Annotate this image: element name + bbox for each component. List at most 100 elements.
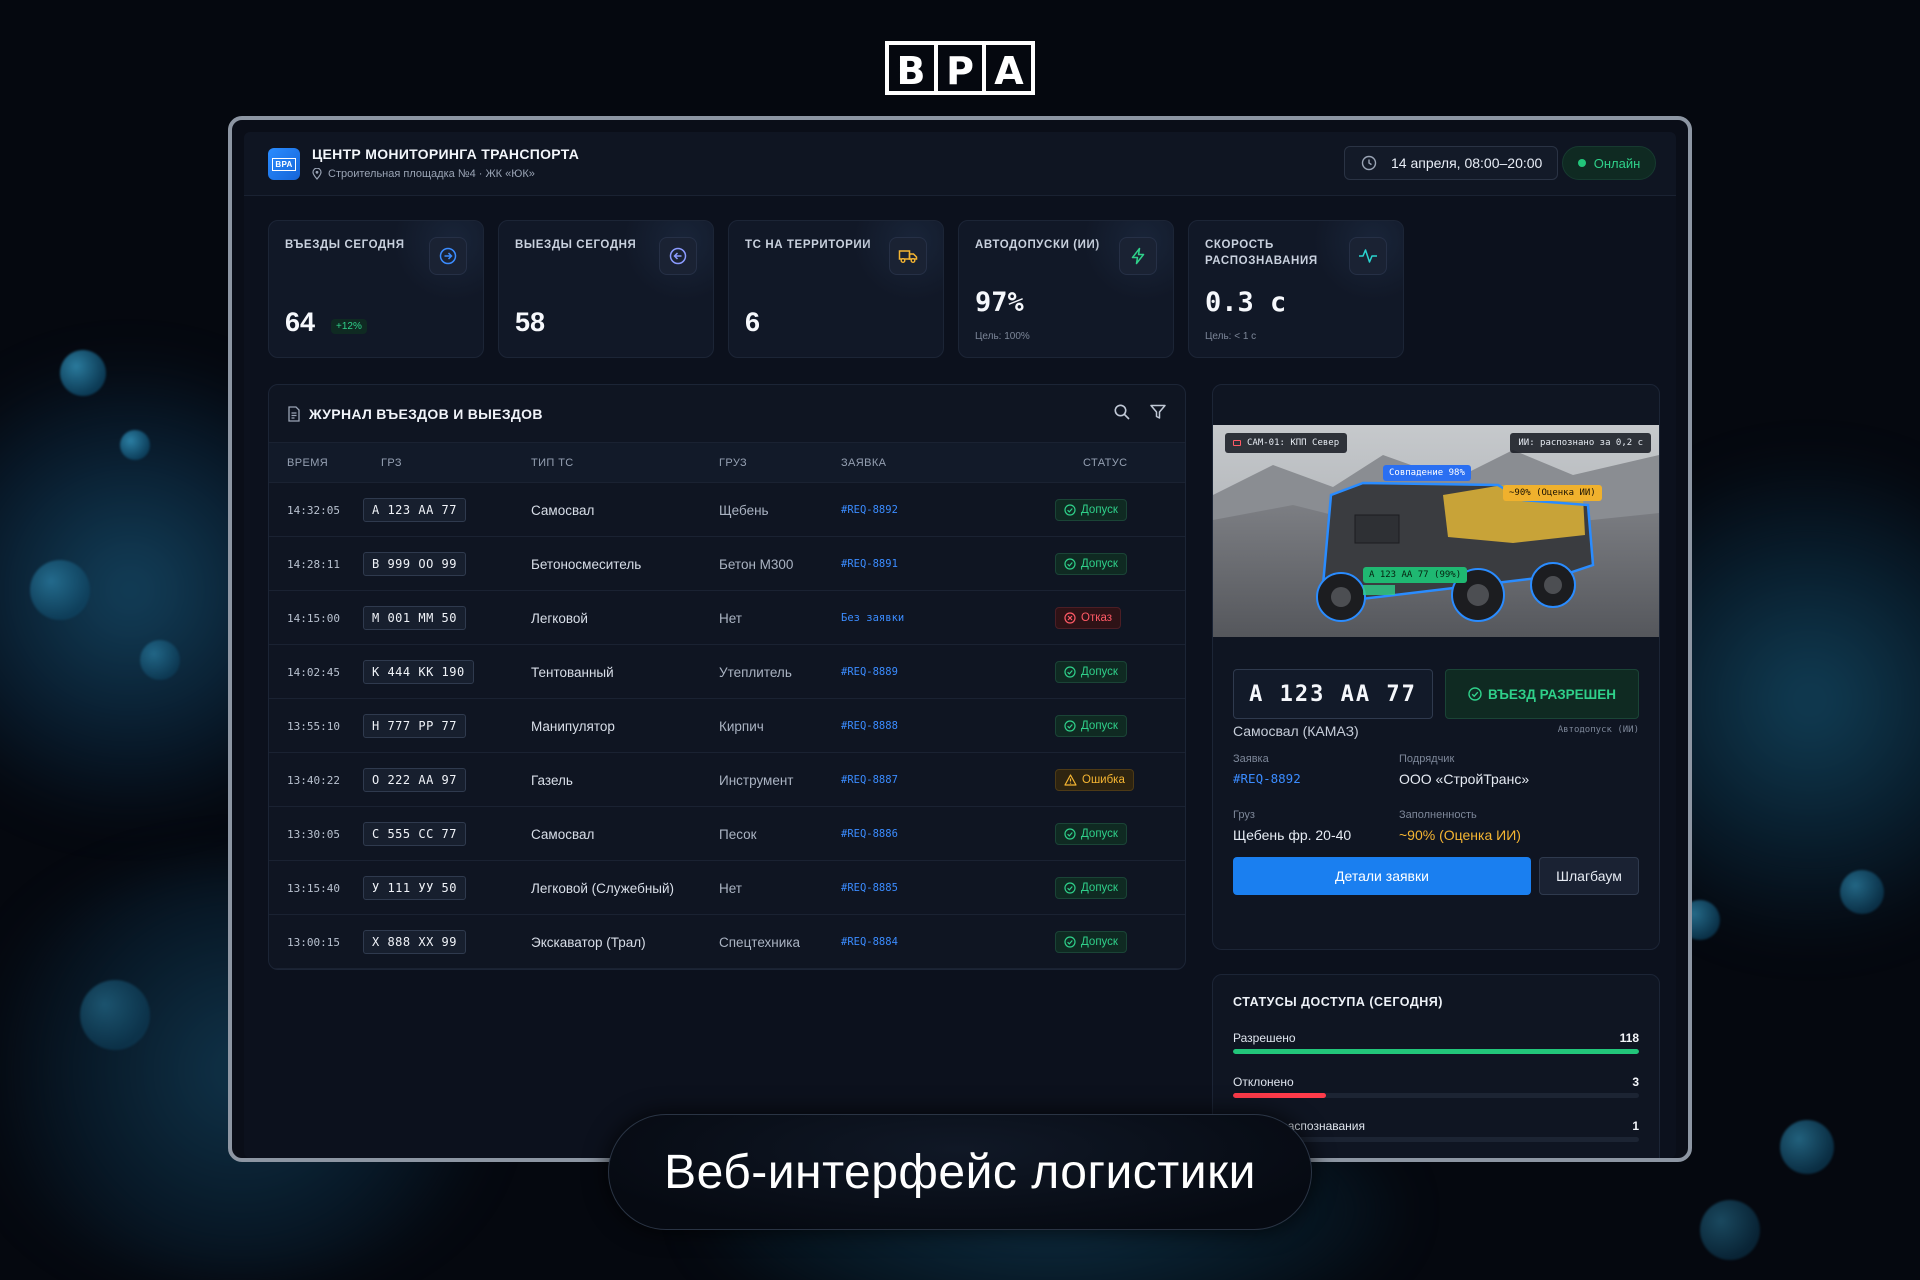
check-circle-icon [1468,687,1482,701]
time-text: 13:30:05 [287,827,340,841]
cell-request: #REQ-8891 [841,537,898,591]
clock-icon [1361,155,1377,171]
dashboard-screen: BPA ЦЕНТР МОНИТОРИНГА ТРАНСПОРТА Строите… [244,132,1676,1158]
kpi-value: 97% [975,287,1024,318]
status-text: Ошибка [1082,774,1125,786]
kpi-target: Цель: < 1 с [1205,331,1257,342]
kpi-value: 6 [745,307,761,337]
cell-plate: О 222 АА 97 [363,753,466,807]
table-row[interactable]: 13:30:05 С 555 СС 77 Самосвал Песок #REQ-888… [269,807,1185,861]
status-row-count: 3 [1632,1075,1639,1089]
contractor-value: ООО «СтройТранс» [1399,771,1530,787]
table-row[interactable]: 14:15:00 М 001 ММ 50 Легковой Нет Без заявки… [269,591,1185,645]
table-row[interactable]: 14:02:45 К 444 КК 190 Тентованный Утеплител… [269,645,1185,699]
plate-detection-label: А 123 АА 77 (99%) [1363,567,1468,583]
request-link[interactable]: #REQ-8884 [841,936,898,948]
request-link[interactable]: Без заявки [841,612,904,624]
cell-status: Ошибка [1055,753,1134,807]
column-time[interactable]: ВРЕМЯ [287,457,328,469]
request-link[interactable]: #REQ-8885 [841,882,898,894]
request-link[interactable]: #REQ-8888 [841,720,898,732]
cell-cargo: Щебень [719,483,769,537]
column-status[interactable]: СТАТУС [1083,457,1127,469]
cell-time: 13:30:05 [287,807,340,861]
lightning-icon [1119,237,1157,275]
cell-plate: В 999 ОО 99 [363,537,466,591]
cell-plate: Х 888 ХХ 99 [363,915,466,969]
table-row[interactable]: 13:00:15 Х 888 ХХ 99 Экскаватор (Трал) Спец… [269,915,1185,969]
fill-estimate-label: ~90% (Оценка ИИ) [1503,485,1602,501]
column-vehicle-type[interactable]: ТИП ТС [531,457,574,469]
vehicle-type-text: Газель [531,772,573,788]
cargo-text: Инструмент [719,772,794,788]
request-link[interactable]: #REQ-8891 [841,558,898,570]
table-row[interactable]: 14:32:05 А 123 АА 77 Самосвал Щебень #REQ-88… [269,483,1185,537]
table-row[interactable]: 14:28:11 В 999 ОО 99 Бетоносмеситель Бетон … [269,537,1185,591]
cell-status: Допуск [1055,915,1127,969]
cell-request: #REQ-8888 [841,699,898,753]
arrow-left-circle-icon [659,237,697,275]
cell-request: #REQ-8887 [841,753,898,807]
search-icon[interactable] [1113,403,1131,421]
cell-vehicle-type: Бетоносмеситель [531,537,641,591]
plate-badge: С 555 СС 77 [363,822,466,846]
vehicle-type-text: Легковой (Служебный) [531,880,675,896]
fill-label: Заполненность [1399,809,1477,821]
date-range-selector[interactable]: 14 апреля, 08:00–20:00 [1344,146,1558,180]
cell-request: #REQ-8889 [841,645,898,699]
cell-plate: У 111 УУ 50 [363,861,466,915]
plate-badge: М 001 ММ 50 [363,606,466,630]
request-link[interactable]: #REQ-8889 [841,666,898,678]
status-badge: Допуск [1055,661,1127,683]
cargo-text: Спецтехника [719,934,800,950]
column-plate[interactable]: ГРЗ [381,457,402,469]
table-row[interactable]: 13:40:22 О 222 АА 97 Газель Инструмент #REQ-… [269,753,1185,807]
cell-time: 13:15:40 [287,861,340,915]
request-link[interactable]: #REQ-8892 [841,504,898,516]
request-link[interactable]: #REQ-8887 [841,774,898,786]
caption-banner: Веб-интерфейс логистики [608,1114,1312,1230]
entry-exit-journal: ЖУРНАЛ ВЪЕЗДОВ И ВЫЕЗДОВ ВРЕМЯ ГРЗ ТИП Т… [268,384,1186,970]
cell-cargo: Кирпич [719,699,764,753]
request-details-button[interactable]: Детали заявки [1233,857,1531,895]
cell-time: 14:15:00 [287,591,340,645]
vehicle-type: Самосвал (КАМАЗ) [1233,723,1359,739]
request-link[interactable]: #REQ-8892 [1233,771,1301,786]
kpi-trend-badge: +12% [331,319,367,334]
cell-plate: А 123 АА 77 [363,483,466,537]
status-row-label: Разрешено [1233,1031,1296,1045]
status-badge: Допуск [1055,877,1127,899]
filter-icon[interactable] [1149,403,1167,421]
cell-time: 13:55:10 [287,699,340,753]
status-progress-track [1233,1049,1639,1054]
column-cargo[interactable]: ГРУЗ [719,457,747,469]
cell-cargo: Нет [719,591,742,645]
table-row[interactable]: 13:55:10 Н 777 РР 77 Манипулятор Кирпич #REQ… [269,699,1185,753]
cell-time: 14:28:11 [287,537,340,591]
check-circle-icon [1064,720,1076,732]
camera-label: CAM-01: КПП Север [1225,433,1348,453]
camera-image [1213,425,1659,637]
cell-cargo: Инструмент [719,753,793,807]
status-badge: Допуск [1055,931,1127,953]
time-text: 14:32:05 [287,503,340,517]
request-link[interactable]: #REQ-8886 [841,828,898,840]
cell-vehicle-type: Самосвал [531,483,594,537]
column-request[interactable]: ЗАЯВКА [841,457,886,469]
table-row[interactable]: 13:15:40 У 111 УУ 50 Легковой (Служебный) Н… [269,861,1185,915]
online-status-badge: Онлайн [1562,146,1656,180]
cargo-text: Щебень [719,502,769,518]
topbar: BPA ЦЕНТР МОНИТОРИНГА ТРАНСПОРТА Строите… [244,132,1676,196]
barrier-button[interactable]: Шлагбаум [1539,857,1639,895]
access-granted-badge: ВЪЕЗД РАЗРЕШЕН [1445,669,1639,719]
check-circle-icon [1064,558,1076,570]
time-text: 14:28:11 [287,557,340,571]
cell-cargo: Нет [719,861,742,915]
cell-time: 14:32:05 [287,483,340,537]
status-badge: Допуск [1055,715,1127,737]
camera-feed[interactable]: CAM-01: КПП Север ИИ: распознано за 0,2 … [1213,425,1659,637]
cargo-text: Нет [719,880,742,896]
cell-vehicle-type: Манипулятор [531,699,615,753]
status-text: Допуск [1081,666,1118,678]
status-progress-track [1233,1093,1639,1098]
